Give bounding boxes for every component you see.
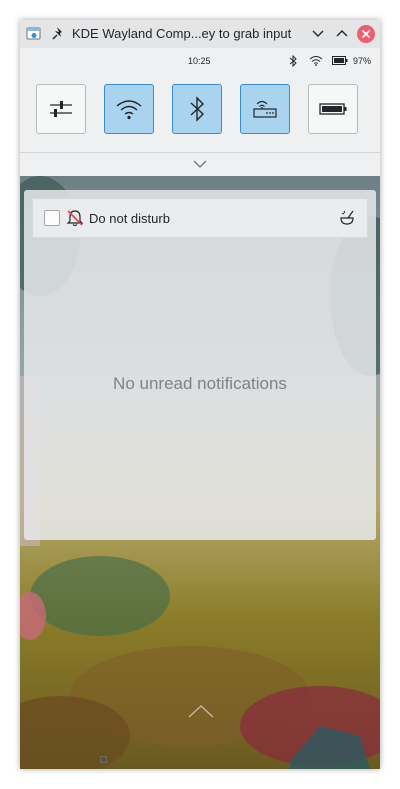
do-not-disturb-row[interactable]: Do not disturb: [32, 198, 368, 238]
minimize-chevron-icon[interactable]: [310, 26, 326, 42]
clear-all-icon[interactable]: [338, 209, 356, 227]
bluetooth-icon: [190, 96, 205, 122]
expand-quick-settings[interactable]: [20, 152, 380, 177]
wifi-toggle[interactable]: [104, 84, 154, 134]
window-app-icon[interactable]: [26, 26, 42, 42]
wallpaper: Do not disturb No unread notifications: [20, 176, 380, 769]
router-icon: [253, 100, 277, 118]
do-not-disturb-label: Do not disturb: [89, 211, 170, 226]
app-window: KDE Wayland Comp...ey to grab input 10:2…: [20, 20, 380, 769]
settings-toggle[interactable]: [36, 84, 86, 134]
mobile-data-toggle[interactable]: [240, 84, 290, 134]
close-button[interactable]: [357, 25, 375, 43]
status-bar: 10:25 97%: [20, 48, 380, 74]
clock: 10:25: [188, 56, 211, 66]
bell-off-icon: [66, 210, 84, 227]
wifi-icon: [309, 56, 323, 66]
pin-icon[interactable]: [52, 26, 66, 42]
quick-settings: [20, 74, 380, 152]
battery-toggle[interactable]: [308, 84, 358, 134]
sliders-icon: [50, 101, 72, 117]
maximize-chevron-icon[interactable]: [334, 26, 350, 42]
battery-icon: [319, 103, 347, 115]
chevron-up-icon[interactable]: [188, 704, 214, 718]
battery-percentage: 97%: [353, 56, 372, 66]
bluetooth-icon: [289, 55, 297, 67]
do-not-disturb-checkbox[interactable]: [44, 210, 60, 226]
window-title: KDE Wayland Comp...ey to grab input: [72, 26, 292, 41]
window-titlebar[interactable]: KDE Wayland Comp...ey to grab input: [20, 20, 380, 48]
battery-icon: [332, 56, 348, 65]
notifications-panel: Do not disturb No unread notifications: [24, 190, 376, 540]
chevron-down-icon: [193, 160, 207, 168]
empty-notifications-message: No unread notifications: [113, 374, 287, 393]
close-icon: [361, 29, 371, 39]
wifi-icon: [116, 100, 142, 120]
bluetooth-toggle[interactable]: [172, 84, 222, 134]
home-indicator[interactable]: [100, 756, 107, 763]
